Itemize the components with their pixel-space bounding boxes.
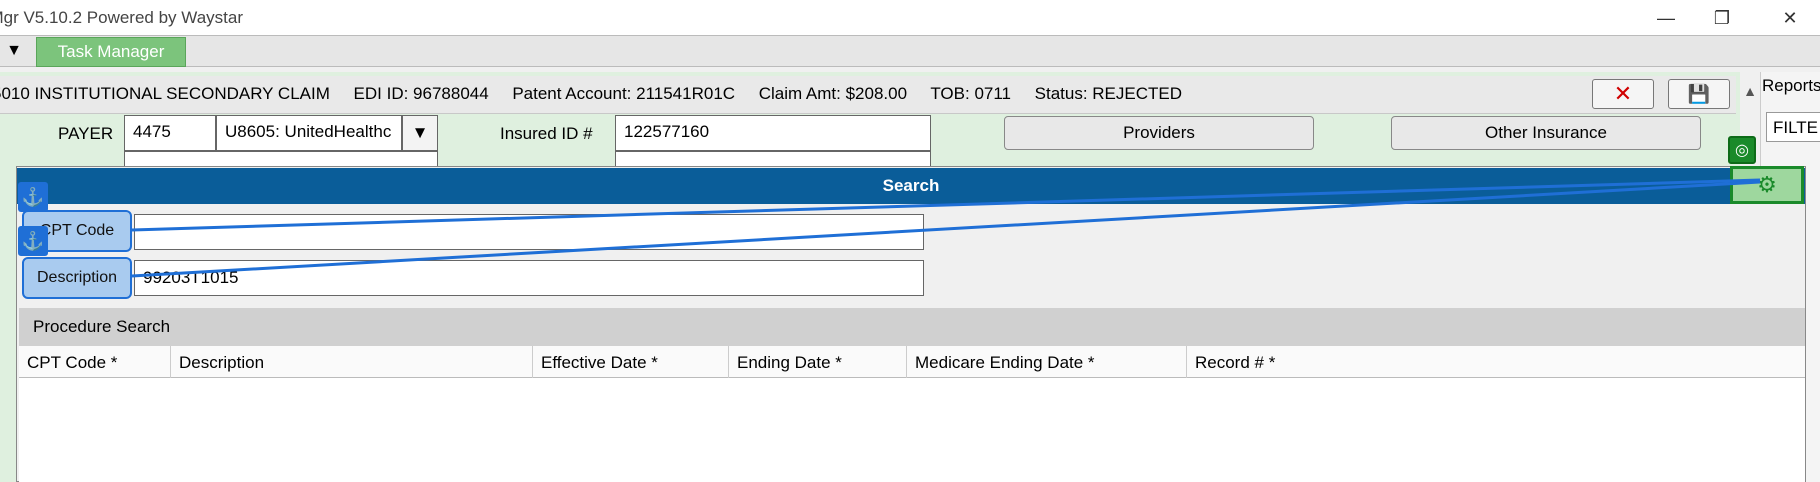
insured-id-field[interactable]: 122577160 (615, 115, 931, 151)
tab-bar (0, 35, 1820, 67)
claim-amount: Claim Amt: $208.00 (758, 84, 908, 103)
providers-button[interactable]: Providers (1004, 116, 1314, 150)
tab-task-manager[interactable]: Task Manager (36, 37, 186, 67)
insured-id-label: Insured ID # (500, 124, 593, 143)
claim-type: 5010 INSTITUTIONAL SECONDARY CLAIM (0, 84, 330, 103)
claim-status: Status: REJECTED (1034, 84, 1183, 103)
gear-icon: ⚙ (1757, 172, 1777, 197)
patient-account: Patent Account: 211541R01C (512, 84, 736, 103)
column-header-record-number[interactable]: Record # * (1187, 346, 1805, 378)
filter-button[interactable]: FILTE (1766, 112, 1820, 142)
window-title: eMgr V5.10.2 Powered by Waystar (0, 8, 243, 27)
cancel-button[interactable]: ✕ (1592, 79, 1654, 109)
minimize-icon[interactable]: — (1636, 4, 1696, 32)
claim-summary: 5010 INSTITUTIONAL SECONDARY CLAIM EDI I… (0, 84, 1182, 104)
description-input[interactable] (134, 260, 924, 296)
column-header-effective-date[interactable]: Effective Date * (533, 346, 729, 378)
edi-id: EDI ID: 96788044 (353, 84, 489, 103)
procedure-search-header: Procedure Search (19, 308, 1805, 346)
column-header-description[interactable]: Description (171, 346, 533, 378)
reports-tab[interactable]: Reports (1762, 76, 1820, 96)
save-button[interactable]: 💾 (1668, 79, 1730, 109)
restore-icon[interactable]: ❐ (1692, 4, 1752, 32)
anchor-icon: ⚓ (18, 226, 48, 256)
insured-secondary-field[interactable] (615, 151, 931, 167)
payer-dropdown-icon[interactable]: ▼ (402, 115, 438, 151)
results-table-header: CPT Code * Description Effective Date * … (19, 346, 1805, 378)
target-icon[interactable]: ◎ (1728, 136, 1756, 164)
close-window-icon[interactable]: ✕ (1760, 4, 1820, 32)
column-header-cpt-code[interactable]: CPT Code * (19, 346, 171, 378)
window-title-bar (0, 0, 1820, 36)
anchor-icon: ⚓ (18, 182, 48, 212)
payer-name-field[interactable]: U8605: UnitedHealthc (216, 115, 402, 151)
column-header-medicare-ending-date[interactable]: Medicare Ending Date * (907, 346, 1187, 378)
description-label: Description (22, 257, 132, 299)
payer-label: PAYER (58, 124, 114, 143)
results-table-body (19, 378, 1805, 482)
type-of-bill: TOB: 0711 (930, 84, 1012, 103)
menu-dropdown-icon[interactable]: ▼ (0, 37, 28, 65)
payer-id-field[interactable]: 4475 (124, 115, 216, 151)
cpt-code-input[interactable] (134, 214, 924, 250)
column-header-ending-date[interactable]: Ending Date * (729, 346, 907, 378)
scroll-up-icon[interactable]: ▲ (1740, 76, 1760, 106)
payer-secondary-field[interactable] (124, 151, 438, 167)
settings-gear-icon[interactable]: ⚙ (1730, 166, 1804, 204)
search-dialog-title: Search (17, 168, 1805, 204)
other-insurance-button[interactable]: Other Insurance (1391, 116, 1701, 150)
